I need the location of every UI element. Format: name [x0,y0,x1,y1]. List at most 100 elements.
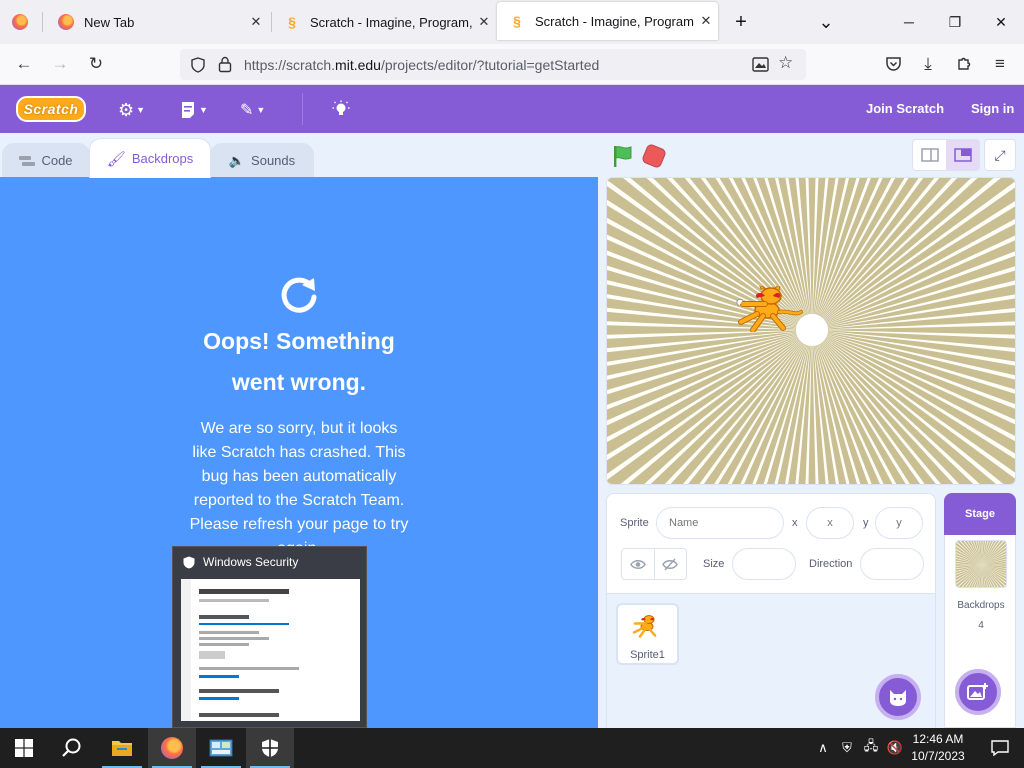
back-button[interactable]: ← [9,50,39,78]
downloads-button[interactable]: ⤓ [913,50,943,78]
stage-size-toggle [912,139,980,171]
arrow-right-icon: → [51,54,69,73]
minimize-button[interactable]: ─ [886,0,932,44]
chevron-up-icon[interactable]: ∧ [812,738,834,758]
browser-tab-strip: New Tab ✕ § Scratch - Imagine, Program, … [0,0,1024,44]
sprite-info: Sprite x y Size Direction [607,494,935,594]
tab-sounds[interactable]: 🔈 Sounds [210,143,314,177]
windows-logo-icon [15,739,33,757]
search-button[interactable] [48,728,96,768]
reload-icon[interactable] [276,272,322,318]
forward-button[interactable]: → [45,50,75,78]
windows-security-taskbar-button[interactable] [246,728,294,768]
restore-button[interactable]: ❐ [932,0,978,44]
extensions-button[interactable] [949,50,979,78]
bookmark-star-icon[interactable]: ☆ [778,53,793,73]
network-icon[interactable]: 🖧 [860,738,882,758]
pocket-button[interactable] [878,50,908,78]
join-scratch-link[interactable]: Join Scratch [866,101,944,116]
x-input[interactable] [806,507,854,539]
tab-new-tab[interactable]: New Tab ✕ [44,0,268,44]
list-all-tabs-button[interactable]: ⌄ [803,0,849,44]
stage-canvas[interactable] [606,177,1016,485]
x-label: x [792,517,798,529]
shield-icon [183,556,195,569]
app-menu-button[interactable]: ≡ [985,50,1015,78]
file-menu[interactable]: ▼ [180,99,208,121]
choose-backdrop-button[interactable] [955,669,1001,715]
control-panel-icon [209,739,233,757]
arrow-left-icon: ← [15,54,33,73]
firefox-icon [58,14,74,30]
image-add-icon [967,683,988,700]
close-tab-icon[interactable]: ✕ [694,13,718,29]
firefox-view-button[interactable] [0,0,40,44]
file-explorer-button[interactable] [98,728,146,768]
notifications-button[interactable] [976,728,1024,768]
reload-button[interactable]: ↻ [81,50,111,78]
large-stage-button[interactable] [946,140,979,170]
settings-menu[interactable]: ⚙ ▼ [118,99,145,121]
search-icon [62,738,81,757]
new-tab-button[interactable]: + [718,0,764,44]
large-stage-icon [953,148,972,162]
close-tab-icon[interactable]: ✕ [472,14,496,30]
sprite-name-input[interactable] [656,507,784,539]
address-bar[interactable]: https://scratch. mit.edu/projects/editor/… [180,49,806,80]
speaker-muted-icon[interactable]: 🔇 [884,738,906,758]
choose-sprite-button[interactable] [875,674,921,720]
sign-in-link[interactable]: Sign in [971,101,1014,116]
sprite-pane: Sprite x y Size Direction [606,493,936,729]
tutorials-button[interactable] [332,99,350,121]
scratch-icon: § [288,14,296,30]
scratch-logo[interactable]: Scratch [16,96,86,122]
scratch-icon: § [513,13,521,29]
y-input[interactable] [875,507,923,539]
sprite-tile[interactable]: Sprite1 [616,603,679,665]
hide-sprite-button[interactable] [653,549,687,579]
edit-menu[interactable]: ✎ ▼ [240,99,265,121]
tab-label: Backdrops [131,151,194,166]
stage-thumbnail [955,540,1007,588]
tab-scratch-1[interactable]: § Scratch - Imagine, Program, Sh ✕ [272,0,496,44]
sprite-thumbnail [632,615,657,638]
close-tab-icon[interactable]: ✕ [244,14,268,30]
security-tray-icon[interactable]: ⛨ [836,738,858,758]
tab-title: New Tab [84,14,135,30]
crash-title: Oops! Something went wrong. [203,328,395,395]
visibility-toggle [621,548,687,580]
firefox-taskbar-button[interactable] [148,728,196,768]
tab-scratch-2[interactable]: § Scratch - Imagine, Program, Sh ✕ [497,2,718,40]
start-button[interactable] [0,728,48,768]
sprite1-on-stage[interactable] [735,286,803,332]
size-input[interactable] [732,548,796,580]
pencil-icon: ✎ [240,102,254,119]
direction-input[interactable] [860,548,924,580]
caret-down-icon: ▼ [256,105,266,115]
hamburger-icon: ≡ [995,54,1005,73]
tracking-shield-icon[interactable] [190,57,206,73]
tab-code[interactable]: Code [2,143,90,177]
sprite-label: Sprite [620,517,649,529]
tab-backdrops[interactable]: 🖌 Backdrops [89,138,211,178]
lock-icon[interactable] [218,56,232,73]
close-window-button[interactable]: ✕ [978,0,1024,44]
windows-taskbar: ∧ ⛨ 🖧 🔇 12:46 AM 10/7/2023 [0,728,1024,768]
tab-label: Sounds [251,153,296,168]
popup-title: Windows Security [203,555,299,569]
clock-date: 10/7/2023 [911,749,965,763]
backdrops-label: Backdrops [957,600,1005,611]
green-flag-button[interactable] [612,145,634,167]
stop-button[interactable] [640,142,668,170]
pocket-icon [885,57,901,71]
system-clock[interactable]: 12:46 AM 10/7/2023 [905,731,971,765]
stage-target-pane[interactable]: Stage Backdrops 4 [944,493,1016,728]
size-label: Size [703,558,725,570]
show-sprite-button[interactable] [622,549,654,579]
fullscreen-button[interactable]: ⤢ [984,139,1016,171]
small-stage-button[interactable] [913,140,946,170]
caret-down-icon: ▼ [199,105,208,115]
control-panel-button[interactable] [197,728,245,768]
windows-security-preview[interactable]: Windows Security [172,546,367,728]
picture-in-picture-icon[interactable] [752,57,769,72]
